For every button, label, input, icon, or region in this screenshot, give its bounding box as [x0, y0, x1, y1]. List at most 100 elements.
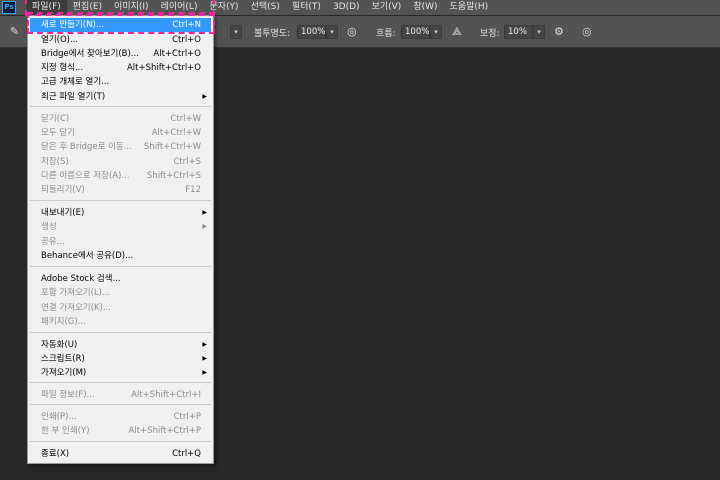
- menu-item-shortcut: F12: [185, 185, 201, 195]
- menu-separator: [30, 404, 211, 405]
- menu-window[interactable]: 창(W): [407, 0, 443, 15]
- menu-item-shortcut: Ctrl+P: [173, 412, 201, 422]
- menu-item-shortcut: Ctrl+S: [173, 157, 201, 167]
- menu-type[interactable]: 문자(Y): [203, 0, 244, 15]
- menu-edit[interactable]: 편집(E): [67, 0, 108, 15]
- menu-item-import[interactable]: 가져오기(M) ▶: [30, 366, 211, 380]
- menu-item-label: 닫기(C): [41, 114, 70, 124]
- menu-item-revert: 되돌리기(V) F12: [30, 183, 211, 197]
- submenu-arrow-icon: ▶: [202, 209, 207, 216]
- menu-item-place-linked: 연결 가져오기(K)...: [30, 301, 211, 315]
- menu-separator: [30, 266, 211, 267]
- menu-view[interactable]: 보기(V): [366, 0, 408, 15]
- menu-item-open[interactable]: 열기(O)... Ctrl+O: [30, 33, 211, 47]
- menu-bar: Ps 파일(F) 편집(E) 이미지(I) 레이어(L) 문자(Y) 선택(S)…: [0, 0, 720, 15]
- menu-item-label: Bridge에서 찾아보기(B)...: [41, 49, 139, 59]
- menu-separator: [30, 441, 211, 442]
- opacity-label: 불투명도:: [254, 29, 291, 39]
- menu-item-label: 생성: [41, 222, 57, 232]
- mode-dropdown-icon[interactable]: ▾: [230, 25, 242, 39]
- menu-item-label: Adobe Stock 검색...: [41, 274, 121, 284]
- menu-filter[interactable]: 필터(T): [286, 0, 327, 15]
- menu-item-automate[interactable]: 자동화(U) ▶: [30, 338, 211, 352]
- menu-3d[interactable]: 3D(D): [327, 0, 366, 15]
- menu-item-open-as[interactable]: 지정 형식... Alt+Shift+Ctrl+O: [30, 61, 211, 75]
- pressure-size-icon[interactable]: ◎: [582, 26, 592, 38]
- flow-field[interactable]: 100%: [401, 25, 430, 39]
- flow-label: 흐름:: [376, 29, 396, 39]
- menu-item-label: 스크립트(R): [41, 354, 85, 364]
- menu-item-share: 공유...: [30, 235, 211, 249]
- submenu-arrow-icon: ▶: [202, 223, 207, 230]
- menu-item-label: 다른 이름으로 저장(A)...: [41, 171, 130, 181]
- pressure-opacity-icon[interactable]: ◎: [347, 26, 357, 38]
- menu-item-browse-in-bridge[interactable]: Bridge에서 찾아보기(B)... Alt+Ctrl+O: [30, 47, 211, 61]
- menu-item-shortcut: Alt+Ctrl+O: [153, 49, 201, 59]
- menu-item-label: 최근 파일 열기(T): [41, 92, 106, 102]
- menu-item-exit[interactable]: 종료(X) Ctrl+Q: [30, 447, 211, 461]
- menu-select[interactable]: 선택(S): [245, 0, 286, 15]
- menu-item-label: 내보내기(E): [41, 208, 85, 218]
- menu-item-label: 자동화(U): [41, 340, 78, 350]
- menu-item-save: 저장(S) Ctrl+S: [30, 155, 211, 169]
- menu-item-shortcut: Ctrl+Q: [172, 449, 201, 459]
- menu-item-package: 패키지(G)...: [30, 315, 211, 329]
- menu-item-label: 지정 형식...: [41, 63, 84, 73]
- menu-item-shortcut: Shift+Ctrl+W: [143, 142, 201, 152]
- menu-item-label: Behance에서 공유(D)...: [41, 251, 134, 261]
- menu-item-label: 새로 만들기(N)...: [41, 20, 104, 30]
- menu-item-shortcut: Ctrl+N: [172, 20, 201, 30]
- photoshop-logo: Ps: [2, 1, 16, 14]
- airbrush-icon[interactable]: ⟁: [452, 26, 462, 38]
- menu-item-close-all: 모두 닫기 Alt+Ctrl+W: [30, 126, 211, 140]
- menu-item-shortcut: Alt+Shift+Ctrl+I: [131, 390, 201, 400]
- file-menu-dropdown: 새로 만들기(N)... Ctrl+N 열기(O)... Ctrl+O Bridge에서…: [27, 15, 214, 464]
- smoothing-label: 보정:: [480, 29, 500, 39]
- menu-item-label: 가져오기(M): [41, 368, 87, 378]
- menu-item-shortcut: Ctrl+W: [170, 114, 201, 124]
- menu-help[interactable]: 도움말(H): [444, 0, 495, 15]
- smoothing-field[interactable]: 10%: [504, 25, 533, 39]
- smoothing-dropdown-icon[interactable]: ▾: [533, 25, 545, 39]
- menu-item-open-recent[interactable]: 최근 파일 열기(T) ▶: [30, 90, 211, 104]
- menu-item-label: 인쇄(P)...: [41, 412, 77, 422]
- menu-item-save-as: 다른 이름으로 저장(A)... Shift+Ctrl+S: [30, 169, 211, 183]
- submenu-arrow-icon: ▶: [202, 369, 207, 376]
- menu-item-export[interactable]: 내보내기(E) ▶: [30, 206, 211, 220]
- menu-item-search-adobe-stock[interactable]: Adobe Stock 검색...: [30, 272, 211, 286]
- submenu-arrow-icon: ▶: [202, 341, 207, 348]
- menu-item-close-and-go-to-bridge: 닫은 후 Bridge로 이동... Shift+Ctrl+W: [30, 140, 211, 154]
- menu-item-new[interactable]: 새로 만들기(N)... Ctrl+N: [30, 18, 211, 32]
- menu-item-label: 모두 닫기: [41, 128, 75, 138]
- opacity-field[interactable]: 100%: [297, 25, 326, 39]
- menu-item-close: 닫기(C) Ctrl+W: [30, 112, 211, 126]
- menu-item-label: 고급 개체로 열기...: [41, 77, 110, 87]
- menu-item-shortcut: Alt+Shift+Ctrl+O: [126, 63, 201, 73]
- flow-dropdown-icon[interactable]: ▾: [430, 25, 442, 39]
- menu-item-open-as-smart-object[interactable]: 고급 개체로 열기...: [30, 75, 211, 89]
- menu-item-shortcut: Ctrl+O: [172, 35, 201, 45]
- menu-item-share-on-behance[interactable]: Behance에서 공유(D)...: [30, 249, 211, 263]
- menu-item-label: 파일 정보(F)...: [41, 390, 95, 400]
- menu-item-label: 종료(X): [41, 449, 70, 459]
- menu-item-place-embedded: 포함 가져오기(L)...: [30, 286, 211, 300]
- menu-separator: [30, 332, 211, 333]
- menu-separator: [30, 382, 211, 383]
- menu-separator: [30, 106, 211, 107]
- gear-icon[interactable]: ⚙: [554, 26, 564, 38]
- menu-file[interactable]: 파일(F): [26, 0, 67, 15]
- menu-separator: [30, 200, 211, 201]
- opacity-dropdown-icon[interactable]: ▾: [326, 25, 338, 39]
- menu-item-label: 연결 가져오기(K)...: [41, 303, 111, 313]
- menu-item-label: 패키지(G)...: [41, 317, 86, 327]
- menu-item-label: 포함 가져오기(L)...: [41, 288, 111, 298]
- menu-image[interactable]: 이미지(I): [108, 0, 155, 15]
- menu-item-scripts[interactable]: 스크립트(R) ▶: [30, 352, 211, 366]
- menu-item-label: 되돌리기(V): [41, 185, 85, 195]
- menu-item-shortcut: Alt+Ctrl+W: [151, 128, 201, 138]
- brush-tool-icon[interactable]: ✎: [10, 26, 19, 38]
- menu-item-shortcut: Alt+Shift+Ctrl+P: [128, 426, 201, 436]
- menu-item-shortcut: Shift+Ctrl+S: [146, 171, 201, 181]
- menu-layer[interactable]: 레이어(L): [155, 0, 204, 15]
- submenu-arrow-icon: ▶: [202, 355, 207, 362]
